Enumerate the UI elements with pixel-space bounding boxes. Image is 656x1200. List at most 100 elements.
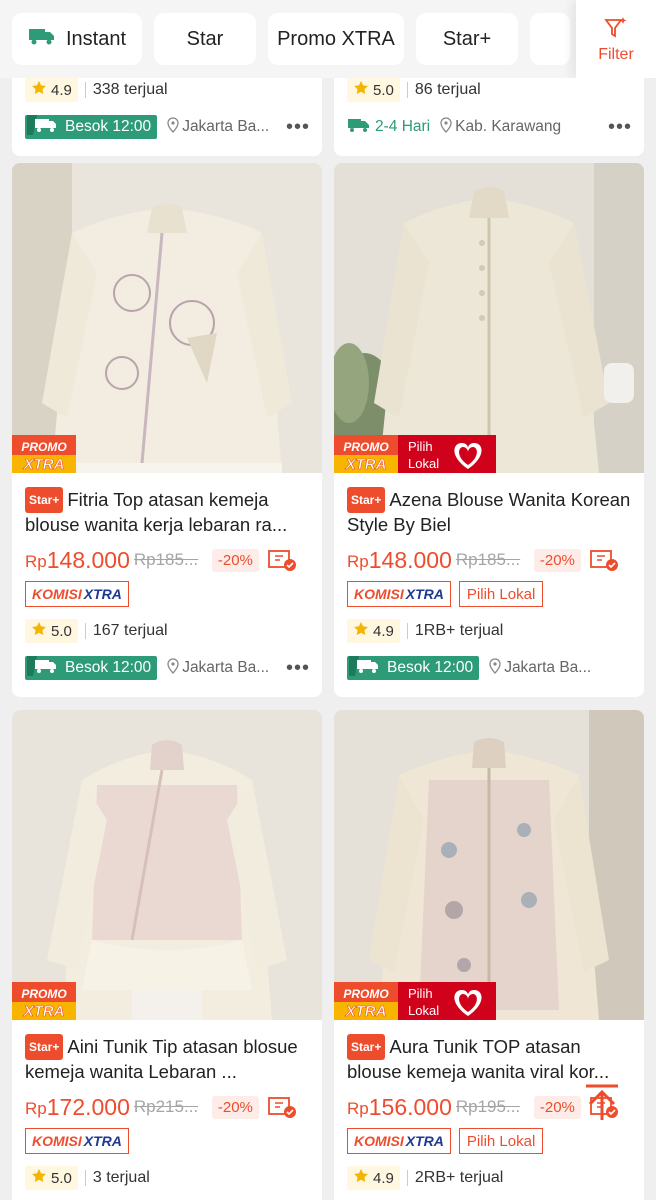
- product-photo: [12, 163, 322, 473]
- komisi-xtra-label: XTRA: [83, 1133, 122, 1149]
- sold-count: 167 terjual: [92, 622, 168, 639]
- chip-instant-label: Instant: [65, 27, 127, 50]
- promo-xtra-badge: PROMO XTRA: [334, 435, 398, 473]
- truck-icon: [27, 114, 61, 140]
- chip-instant[interactable]: Instant: [12, 13, 142, 65]
- sold-count: 338 terjual: [92, 81, 168, 98]
- truck-icon: [28, 26, 56, 52]
- location: Jakarta Ba...: [167, 657, 279, 679]
- product-title[interactable]: Star+ Aura Tunik TOP atasan blouse kemeja…: [334, 1020, 644, 1084]
- tags-row: KOMISI XTRA Pilih Lokal: [334, 573, 644, 609]
- pilih-lokal-badge: Pilih Lokal: [398, 435, 496, 473]
- promo-line2: XTRA: [23, 456, 65, 473]
- filter-icon: [603, 15, 629, 46]
- lokal-line2: Lokal: [408, 1003, 439, 1018]
- price-row: Rp 148.000 Rp185... -20%: [334, 537, 644, 573]
- discount-badge: -20%: [533, 548, 581, 572]
- rating-value: 5.0: [51, 622, 72, 640]
- rating-badge: 5.0: [25, 1166, 78, 1190]
- shipping-time: Besok 12:00: [387, 659, 474, 676]
- price-value: 172.000: [46, 1093, 130, 1120]
- price-currency: Rp: [347, 1099, 369, 1118]
- scroll-top-icon: [580, 1084, 624, 1128]
- lokal-line1: Pilih: [408, 439, 433, 454]
- discount-badge: -20%: [211, 548, 259, 572]
- rating-value: 4.9: [51, 81, 72, 99]
- product-title[interactable]: Star+ Aini Tunik Tip atasan blosue kemeja…: [12, 1020, 322, 1084]
- location-pin-icon: [440, 116, 452, 138]
- rating-row: 5.0 86 terjual: [334, 76, 644, 104]
- chip-star-label: Star: [186, 27, 224, 50]
- product-image[interactable]: PROMO XTRA Pilih Lokal: [334, 163, 644, 473]
- rating-row: 4.9 338 terjual: [12, 76, 322, 104]
- product-card[interactable]: PROMO XTRA Pilih Lokal Star+ Azena Blouse…: [334, 163, 644, 697]
- divider: [84, 82, 86, 98]
- price-currency: Rp: [347, 552, 369, 571]
- voucher-icon: [589, 548, 619, 572]
- filter-bar: Instant Star Promo XTRA Star+ Filter: [0, 0, 656, 78]
- scroll-top-button[interactable]: [580, 1080, 624, 1124]
- location-pin-icon: [489, 657, 501, 679]
- tags-row: KOMISI XTRA: [12, 573, 322, 609]
- chip-starplus-label: Star+: [442, 27, 492, 50]
- truck-icon: [27, 655, 61, 681]
- product-image[interactable]: PROMO XTRA: [12, 163, 322, 473]
- location: Kab. Karawang: [440, 116, 568, 138]
- rating-value: 5.0: [373, 81, 394, 99]
- chip-more[interactable]: [530, 13, 570, 65]
- star-icon: [353, 80, 369, 100]
- product-title[interactable]: Star+ Azena Blouse Wanita Korean Style By…: [334, 473, 644, 537]
- location-text: Jakarta Ba...: [504, 659, 592, 676]
- rating-badge: 5.0: [25, 619, 78, 643]
- price-value: 156.000: [368, 1093, 452, 1120]
- komisi-xtra-label: XTRA: [405, 1133, 444, 1149]
- more-icon[interactable]: •••: [286, 116, 310, 139]
- promo-line1: PROMO: [21, 987, 67, 1001]
- product-photo: [334, 163, 644, 473]
- rating-value: 4.9: [373, 1169, 394, 1187]
- komisi-xtra-label: XTRA: [83, 586, 122, 602]
- filter-button[interactable]: Filter: [576, 0, 656, 78]
- more-icon[interactable]: •••: [608, 116, 632, 139]
- location: Jakarta Ba...: [167, 116, 279, 138]
- filter-label: Filter: [598, 45, 634, 63]
- rating-value: 5.0: [51, 1169, 72, 1187]
- more-icon[interactable]: •••: [286, 657, 310, 680]
- price-value: 148.000: [46, 546, 130, 573]
- komisi-label: KOMISI: [32, 586, 82, 602]
- product-title[interactable]: Star+ Fitria Top atasan kemeja blouse wan…: [12, 473, 322, 537]
- shipping-row: Besok 12:00 Jakarta Ba... •••: [12, 112, 322, 142]
- tags-row: KOMISI XTRA: [12, 1120, 322, 1156]
- original-price: Rp215...: [133, 1097, 199, 1116]
- star-icon: [31, 1168, 47, 1188]
- promo-line1: PROMO: [21, 440, 67, 454]
- divider: [406, 623, 408, 639]
- sold-count: 2RB+ terjual: [414, 1169, 504, 1186]
- rating-row: 4.9 1RB+ terjual: [334, 617, 644, 645]
- komisi-xtra-label: XTRA: [405, 586, 444, 602]
- product-card[interactable]: PROMO XTRA Star+ Fitria Top atasan kemeja…: [12, 163, 322, 697]
- chip-promo-xtra[interactable]: Promo XTRA: [268, 13, 404, 65]
- komisi-xtra-tag: KOMISI XTRA: [25, 1128, 129, 1154]
- promo-line1: PROMO: [343, 440, 389, 454]
- rating-badge: 4.9: [347, 619, 400, 643]
- product-title-text: Aura Tunik TOP atasan blouse kemeja wani…: [347, 1036, 610, 1082]
- original-price: Rp195...: [455, 1097, 521, 1116]
- shipping-row: Besok 12:00 Jakarta Ba... •••: [12, 653, 322, 683]
- komisi-xtra-tag: KOMISI XTRA: [25, 581, 129, 607]
- chip-star[interactable]: Star: [154, 13, 256, 65]
- voucher-icon: [267, 1095, 297, 1119]
- chip-promo-label: Promo XTRA: [277, 27, 395, 50]
- product-card[interactable]: PROMO XTRA Star+ Aini Tunik Tip atasan bl…: [12, 710, 322, 1200]
- rating-badge: 5.0: [347, 78, 400, 102]
- promo-xtra-badge: PROMO XTRA: [12, 435, 76, 473]
- price-row: Rp 172.000 Rp215... -20%: [12, 1084, 322, 1120]
- chip-star-plus[interactable]: Star+: [416, 13, 518, 65]
- product-image[interactable]: PROMO XTRA Pilih Lokal: [334, 710, 644, 1020]
- sold-count: 3 terjual: [92, 1169, 150, 1186]
- komisi-label: KOMISI: [354, 586, 404, 602]
- product-image[interactable]: PROMO XTRA: [12, 710, 322, 1020]
- location: Jakarta Ba...: [489, 657, 601, 679]
- divider: [84, 623, 86, 639]
- location-pin-icon: [167, 116, 179, 138]
